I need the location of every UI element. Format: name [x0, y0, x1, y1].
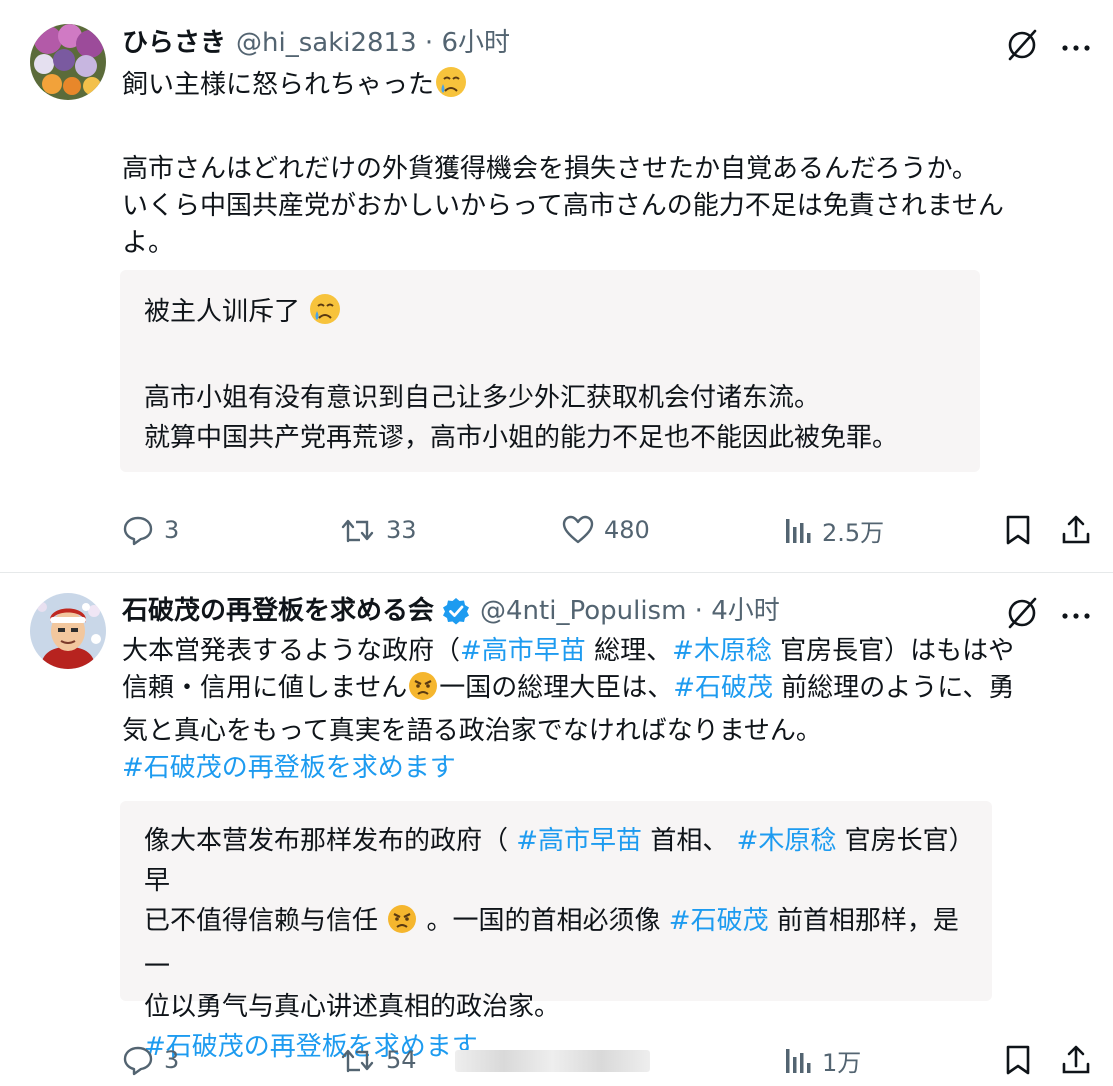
grok-icon[interactable]	[1005, 596, 1039, 634]
share-icon	[1060, 514, 1092, 546]
hashtag-link[interactable]: #高市早苗	[516, 826, 642, 856]
tweet-text-segment: 前総理のように、勇	[773, 673, 1015, 703]
like-button[interactable]: 480	[562, 510, 650, 550]
like-icon	[562, 514, 594, 546]
tweet-text-segment: 一国の総理大臣は、	[439, 673, 674, 703]
views-icon	[784, 515, 812, 545]
tweet-text-segment: 官房長官）はもはや	[771, 636, 1015, 666]
repost-icon	[340, 514, 376, 546]
views-count: 1万	[822, 1048, 862, 1077]
crying-face-emoji-icon	[434, 65, 468, 110]
avatar[interactable]	[30, 593, 106, 669]
angry-face-emoji-icon	[407, 670, 439, 713]
translation-segment: 。一国的首相必须像	[418, 906, 669, 936]
translation-line: 高市小姐有没有意识到自己让多少外汇获取机会付诸东流。	[144, 383, 821, 413]
verified-badge-icon	[442, 597, 470, 625]
tweet-text-line: 飼い主様に怒られちゃった	[122, 70, 435, 100]
share-icon	[1060, 1044, 1092, 1076]
tweet-header: 石破茂の再登板を求める会 @4nti_Populism · 4小时	[122, 595, 780, 627]
views-count: 2.5万	[822, 518, 885, 547]
tweet-header: ひらさき @hi_saki2813 · 6小时	[122, 27, 510, 59]
bookmark-icon	[1004, 514, 1032, 546]
display-name[interactable]: 石破茂の再登板を求める会	[122, 595, 434, 627]
reply-icon	[122, 514, 154, 546]
repost-icon	[340, 1044, 376, 1076]
reply-button[interactable]: 3	[122, 1040, 179, 1080]
handle-and-time[interactable]: @4nti_Populism · 4小时	[480, 595, 780, 627]
translation-box: 被主人训斥了 高市小姐有没有意识到自己让多少外汇获取机会付诸东流。 就算中国共产…	[120, 270, 980, 472]
hashtag-link[interactable]: #石破茂の再登板を求めます	[122, 753, 456, 783]
tweet-text: 飼い主様に怒られちゃった 高市さんはどれだけの外貨獲得機会を損失させたか自覚ある…	[122, 65, 1083, 262]
hashtag-link[interactable]: #木原稔	[672, 636, 772, 666]
reply-count: 3	[164, 1046, 180, 1074]
like-count: 480	[604, 516, 650, 544]
views-icon	[784, 1045, 812, 1075]
translation-segment: 已不值得信赖与信任	[144, 906, 387, 936]
more-icon[interactable]	[1061, 606, 1091, 625]
tweet-text-segment: 総理、	[585, 636, 673, 666]
repost-button[interactable]: 54	[340, 1040, 417, 1080]
more-icon[interactable]	[1061, 38, 1091, 57]
tweet-text-line: 高市さんはどれだけの外貨獲得機会を損失させたか自覚あるんだろうか。	[122, 154, 978, 184]
translation-segment: 首相、	[642, 826, 737, 856]
hashtag-link[interactable]: #石破茂	[673, 673, 773, 703]
action-bar: 3 33 480 2.5万	[0, 510, 1113, 550]
avatar[interactable]	[30, 24, 106, 100]
share-button[interactable]	[1060, 1040, 1092, 1080]
tweet-text-line: よ。	[122, 228, 175, 258]
reply-count: 3	[164, 516, 180, 544]
tweet-text-line: 気と真心をもって真実を語る政治家でなければなりません。	[122, 716, 822, 746]
reply-button[interactable]: 3	[122, 510, 179, 550]
tweet-text: 大本営発表するような政府（#高市早苗 総理、#木原稔 官房長官）はもはや 信頼・…	[122, 633, 1083, 787]
hashtag-link[interactable]: #高市早苗	[460, 636, 586, 666]
tweet-text-segment: 信頼・信用に値しません	[122, 673, 408, 703]
share-button[interactable]	[1060, 510, 1092, 550]
bookmark-button[interactable]	[1004, 1040, 1032, 1080]
translation-segment: 像大本营发布那样发布的政府（	[144, 826, 517, 856]
repost-count: 54	[386, 1046, 417, 1074]
tweet-text-line: いくら中国共産党がおかしいからって高市さんの能力不足は免責されません	[122, 191, 1004, 221]
blurred-like-area	[455, 1050, 650, 1072]
tweet[interactable]: ひらさき @hi_saki2813 · 6小时 飼い主様に怒られちゃった 高市さ…	[0, 0, 1113, 573]
translation-line: 位以勇气与真心讲述真相的政治家。	[144, 992, 561, 1022]
hashtag-link[interactable]: #石破茂	[669, 906, 769, 936]
translation-line: 被主人训斥了	[144, 297, 301, 327]
action-bar: 3 54 1万	[0, 1040, 1113, 1080]
angry-face-emoji-icon	[386, 903, 418, 947]
handle-and-time[interactable]: @hi_saki2813 · 6小时	[236, 27, 510, 59]
repost-button[interactable]: 33	[340, 510, 417, 550]
tweet[interactable]: 石破茂の再登板を求める会 @4nti_Populism · 4小时 大本営発表す…	[0, 573, 1113, 1086]
crying-face-emoji-icon	[308, 292, 342, 338]
reply-icon	[122, 1044, 154, 1076]
hashtag-link[interactable]: #木原稔	[737, 826, 837, 856]
repost-count: 33	[386, 516, 417, 544]
translation-box: 像大本营发布那样发布的政府（ #高市早苗 首相、 #木原稔 官房长官）早 已不值…	[120, 801, 992, 1062]
translation-line: 就算中国共产党再荒谬，高市小姐的能力不足也不能因此被免罪。	[144, 423, 899, 453]
grok-icon[interactable]	[1005, 28, 1039, 66]
display-name[interactable]: ひらさき	[122, 27, 226, 59]
bookmark-icon	[1004, 1044, 1032, 1076]
views-button[interactable]: 1万	[784, 1040, 861, 1080]
tweet-text-segment: 大本営発表するような政府（	[122, 636, 461, 666]
views-button[interactable]: 2.5万	[784, 510, 884, 550]
bookmark-button[interactable]	[1004, 510, 1032, 550]
